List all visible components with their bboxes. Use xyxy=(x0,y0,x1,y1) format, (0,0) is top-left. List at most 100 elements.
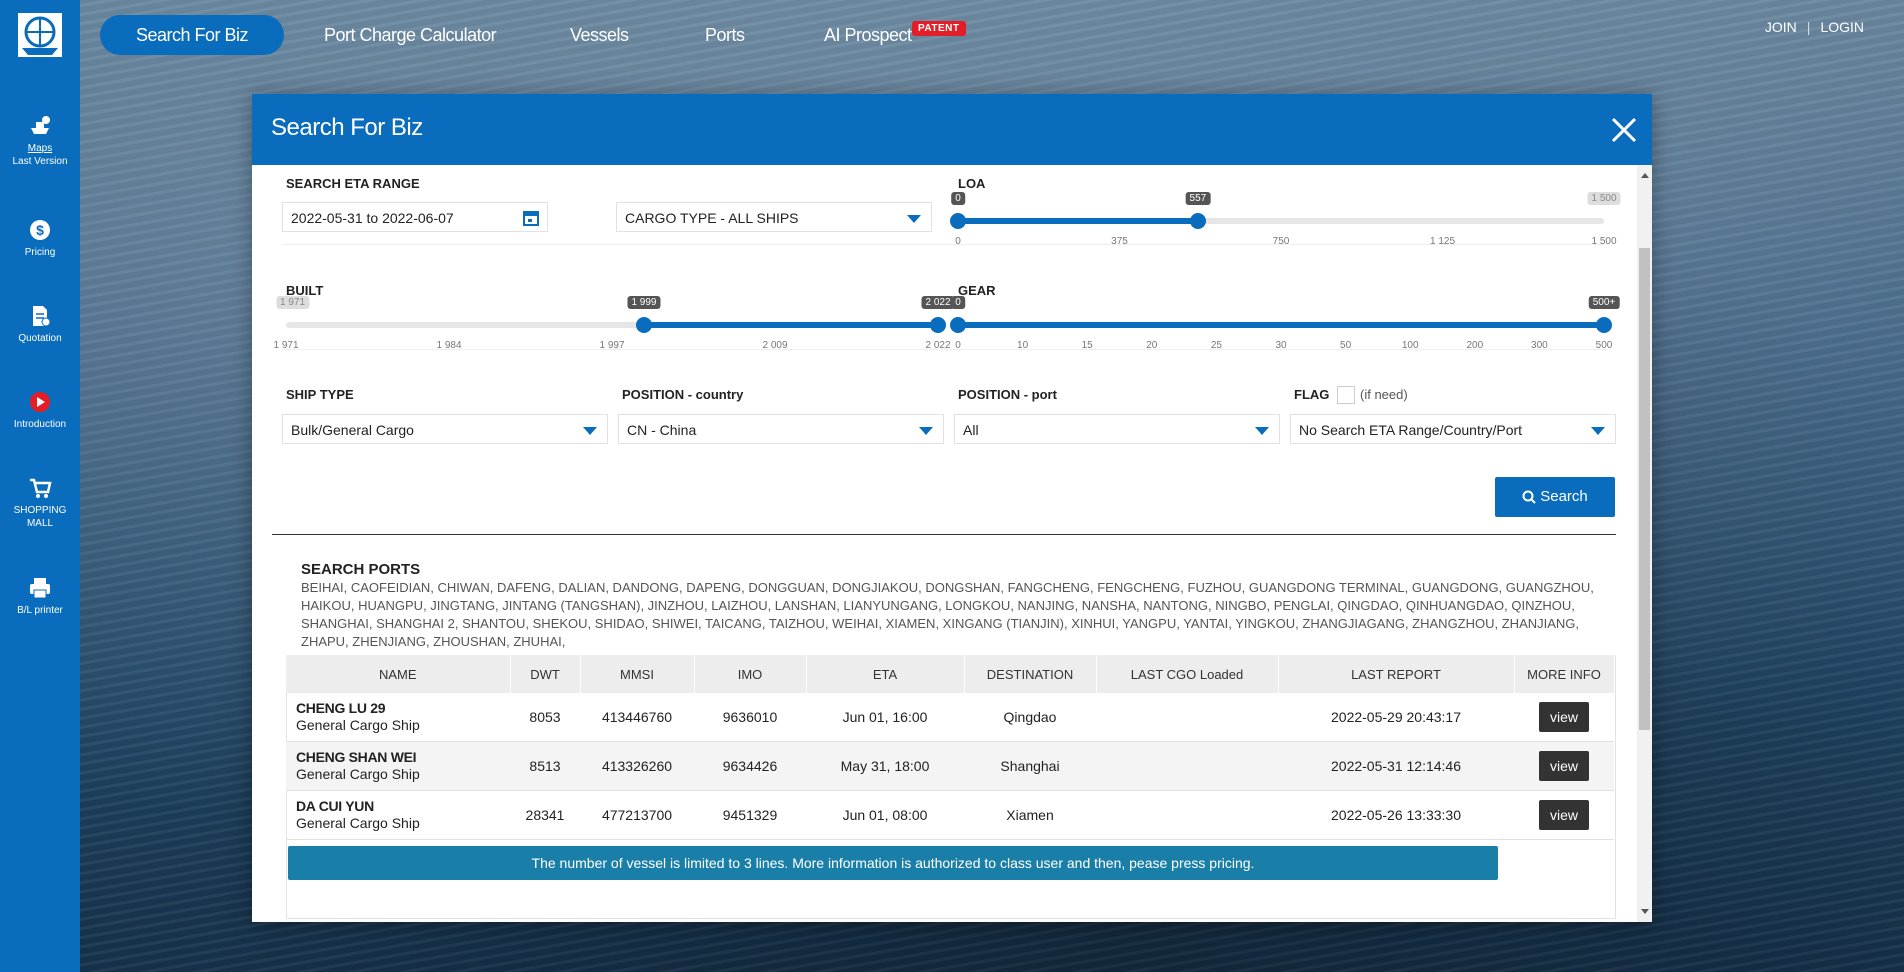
search-button[interactable]: Search xyxy=(1495,477,1615,517)
slider-handle-high[interactable] xyxy=(1189,213,1206,229)
built-slider[interactable]: 1 971 1 999 2 022 1 971 1 984 1 997 2 009 2 … xyxy=(273,296,955,352)
table-row: CHENG SHAN WEI General Cargo Ship 8513 4… xyxy=(286,741,1614,791)
col-header-eta[interactable]: ETA xyxy=(806,655,965,693)
eta-range-value: 2022-05-31 to 2022-06-07 xyxy=(291,210,454,226)
dwt-cell: 8513 xyxy=(510,741,580,791)
gear-slider[interactable]: 0 500+ 0 10 15 20 25 30 50 100 200 300 500 xyxy=(950,296,1620,352)
slider-handle-high[interactable] xyxy=(1596,317,1612,333)
loa-high-bubble: 557 xyxy=(1185,192,1211,205)
modal-body: SEARCH ETA RANGE 2022-05-31 to 2022-06-0… xyxy=(252,165,1652,922)
built-low-bubble: 1 999 xyxy=(627,296,661,309)
modal-title: Search For Biz xyxy=(271,114,423,141)
view-button[interactable]: view xyxy=(1539,751,1589,781)
eta-cell: May 31, 18:00 xyxy=(806,741,964,791)
vessel-type: General Cargo Ship xyxy=(296,815,420,831)
last-cgo-cell xyxy=(1096,741,1278,791)
slider-handle-low[interactable] xyxy=(950,213,966,229)
view-button[interactable]: view xyxy=(1539,702,1589,732)
nav-port-charge-calculator[interactable]: Port Charge Calculator xyxy=(324,15,497,55)
sidebar-item-pricing[interactable]: $ Pricing xyxy=(0,218,80,259)
vessel-table: NAME DWT MMSI IMO ETA DESTINATION LAST C… xyxy=(286,655,1615,840)
join-link[interactable]: JOIN xyxy=(1765,19,1797,35)
search-button-label: Search xyxy=(1540,488,1588,505)
printer-icon xyxy=(30,578,50,599)
table-header-row: NAME DWT MMSI IMO ETA DESTINATION LAST C… xyxy=(286,655,1615,693)
sidebar-item-quotation[interactable]: Quotation xyxy=(0,304,80,345)
eta-cell: Jun 01, 16:00 xyxy=(806,693,964,742)
vessel-name[interactable]: CHENG SHAN WEI xyxy=(296,749,509,766)
cargo-type-select[interactable]: CARGO TYPE - ALL SHIPS xyxy=(616,202,932,232)
imo-cell: 9636010 xyxy=(694,693,806,742)
loa-label: LOA xyxy=(958,176,986,191)
sidebar-item-shopping-mall[interactable]: SHOPPING MALL xyxy=(0,476,80,530)
vessel-name-cell: CHENG LU 29 General Cargo Ship xyxy=(286,693,510,742)
sidebar: Maps Last Version $ Pricing Quotation In… xyxy=(0,0,80,972)
position-port-select[interactable]: All xyxy=(954,414,1280,444)
sidebar-item-bl-printer[interactable]: B/L printer xyxy=(0,576,80,617)
vessel-name[interactable]: DA CUI YUN xyxy=(296,798,509,815)
vessel-limit-notice: The number of vessel is limited to 3 lin… xyxy=(288,846,1498,880)
nav-search-for-biz[interactable]: Search For Biz xyxy=(100,15,284,55)
company-logo-icon[interactable] xyxy=(17,12,63,58)
play-icon xyxy=(30,392,50,412)
loa-slider[interactable]: 0 557 1 500 0 375 750 1 125 1 500 xyxy=(950,192,1621,248)
position-country-select[interactable]: CN - China xyxy=(618,414,944,444)
col-header-destination[interactable]: DESTINATION xyxy=(964,655,1097,693)
last-report-cell: 2022-05-31 12:14:46 xyxy=(1278,741,1514,791)
scroll-up-arrow-icon[interactable] xyxy=(1641,173,1649,178)
last-cgo-cell xyxy=(1096,693,1278,742)
flag-value: No Search ETA Range/Country/Port xyxy=(1299,422,1523,438)
sidebar-item-label: SHOPPING MALL xyxy=(13,505,67,529)
scroll-down-arrow-icon[interactable] xyxy=(1641,909,1649,914)
slider-handle-high[interactable] xyxy=(930,317,946,333)
dollar-icon: $ xyxy=(30,220,50,240)
nav-vessels[interactable]: Vessels xyxy=(570,15,629,55)
vessel-name[interactable]: CHENG LU 29 xyxy=(296,700,509,717)
mmsi-cell: 413326260 xyxy=(580,741,694,791)
login-link[interactable]: LOGIN xyxy=(1820,19,1864,35)
gear-low-bubble: 0 xyxy=(951,296,965,309)
modal-scrollbar[interactable] xyxy=(1637,165,1652,922)
col-header-last-cgo[interactable]: LAST CGO Loaded xyxy=(1096,655,1279,693)
flag-note: (if need) xyxy=(1360,387,1408,402)
slider-handle-low[interactable] xyxy=(950,317,966,333)
ship-type-label: SHIP TYPE xyxy=(286,387,354,402)
built-min-bubble: 1 971 xyxy=(276,296,310,309)
scroll-thumb[interactable] xyxy=(1639,248,1650,730)
col-header-last-report[interactable]: LAST REPORT xyxy=(1278,655,1515,693)
auth-links: JOIN | LOGIN xyxy=(1765,19,1864,35)
slider-ticks: 0 375 750 1 125 1 500 xyxy=(955,236,1616,248)
slider-fill xyxy=(958,322,1604,328)
slider-tick-label: 1 125 xyxy=(1429,236,1456,247)
sidebar-item-introduction[interactable]: Introduction xyxy=(0,390,80,431)
dwt-cell: 8053 xyxy=(510,693,580,742)
flag-select[interactable]: No Search ETA Range/Country/Port xyxy=(1290,414,1616,444)
slider-handle-low[interactable] xyxy=(635,317,652,333)
nav-ai-prospect[interactable]: AI Prospect xyxy=(824,15,912,55)
table-row: CHENG LU 29 General Cargo Ship 8053 4134… xyxy=(286,693,1614,742)
col-header-name[interactable]: NAME xyxy=(286,655,511,693)
destination-cell: Qingdao xyxy=(964,693,1096,742)
flag-label: FLAG xyxy=(1294,387,1330,402)
imo-cell: 9451329 xyxy=(694,790,806,840)
col-header-imo[interactable]: IMO xyxy=(694,655,807,693)
calendar-icon[interactable] xyxy=(523,210,539,226)
col-header-dwt[interactable]: DWT xyxy=(510,655,581,693)
ship-type-select[interactable]: Bulk/General Cargo xyxy=(282,414,608,444)
col-header-mmsi[interactable]: MMSI xyxy=(580,655,695,693)
position-country-label: POSITION - country xyxy=(622,387,744,402)
eta-range-input[interactable]: 2022-05-31 to 2022-06-07 xyxy=(282,202,548,232)
table-row: DA CUI YUN General Cargo Ship 28341 4772… xyxy=(286,790,1614,840)
cart-icon xyxy=(30,478,52,498)
flag-checkbox[interactable] xyxy=(1337,386,1355,404)
cargo-type-value: CARGO TYPE - ALL SHIPS xyxy=(625,210,799,226)
slider-ticks: 1 971 1 984 1 997 2 009 2 022 xyxy=(273,340,950,352)
close-icon[interactable] xyxy=(1610,116,1638,144)
sidebar-item-maps[interactable]: Maps Last Version xyxy=(0,114,80,168)
mmsi-cell: 477213700 xyxy=(580,790,694,840)
nav-ports[interactable]: Ports xyxy=(705,15,745,55)
view-button[interactable]: view xyxy=(1539,800,1589,830)
sidebar-item-label: Maps xyxy=(27,143,53,154)
search-icon xyxy=(1522,490,1536,504)
patent-badge: PATENT xyxy=(912,21,966,36)
